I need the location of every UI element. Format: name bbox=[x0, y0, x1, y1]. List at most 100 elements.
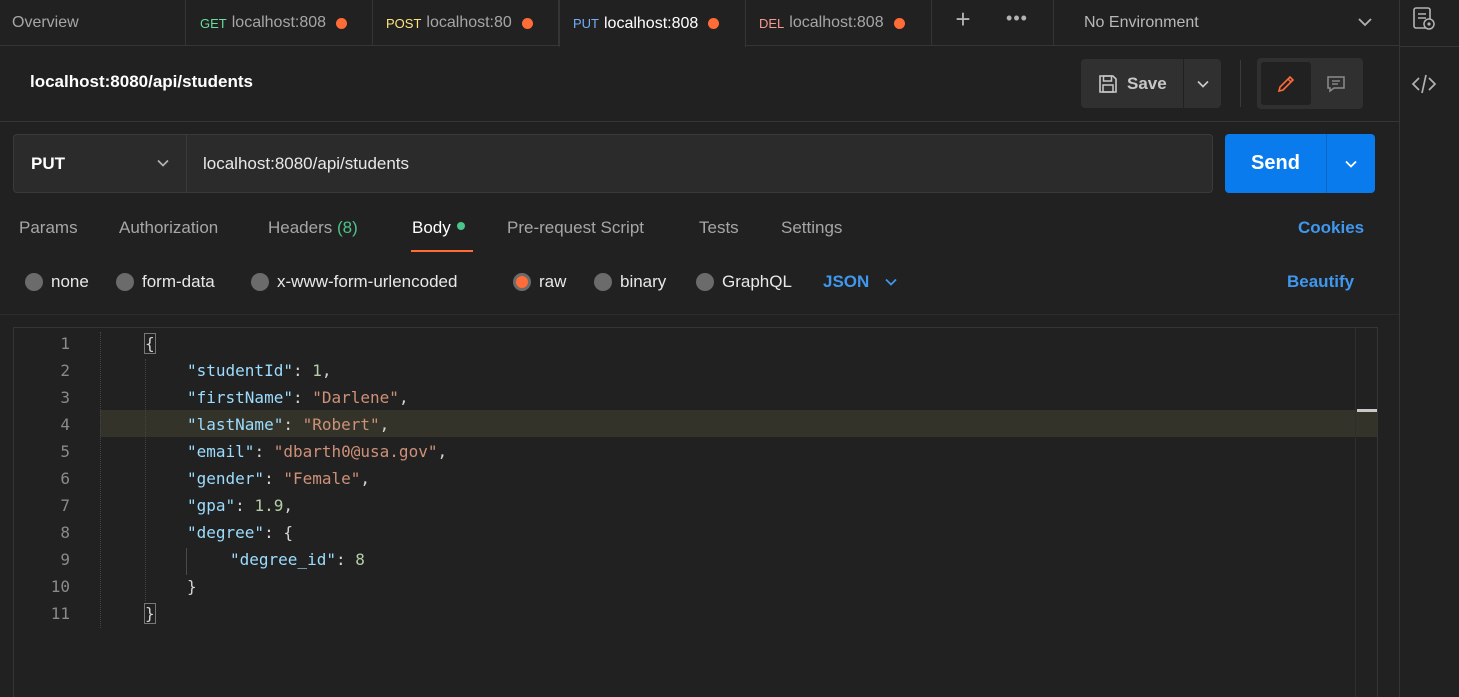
radio-circle bbox=[116, 273, 134, 291]
json-value: "Darlene" bbox=[312, 388, 399, 407]
comments-button[interactable] bbox=[1313, 62, 1359, 105]
line-number: 6 bbox=[60, 469, 70, 488]
new-tab-plus-icon[interactable]: + bbox=[948, 4, 978, 34]
editor-mode-toggle bbox=[1257, 58, 1363, 109]
edit-mode-button[interactable] bbox=[1261, 62, 1311, 105]
unsaved-dot-icon bbox=[893, 17, 905, 29]
radio-label: form-data bbox=[142, 272, 215, 291]
scroll-position-marker[interactable] bbox=[1357, 409, 1377, 412]
code-line: "gender": "Female", bbox=[187, 469, 371, 488]
body-indicator-dot-icon bbox=[456, 222, 465, 230]
indent-guide bbox=[100, 332, 101, 628]
header-divider bbox=[0, 121, 1399, 122]
tab-tests-label: Tests bbox=[699, 218, 739, 237]
line-number: 7 bbox=[60, 496, 70, 515]
radio-none[interactable]: none bbox=[25, 272, 89, 292]
code-line: "email": "dbarth0@usa.gov", bbox=[187, 442, 448, 461]
json-value: 1.9 bbox=[254, 496, 284, 515]
indent-guide bbox=[186, 548, 187, 575]
toolbar-divider bbox=[1240, 60, 1241, 107]
radio-label: binary bbox=[620, 272, 667, 291]
save-label: Save bbox=[1127, 73, 1167, 93]
chevron-down-icon bbox=[1358, 18, 1372, 27]
json-value: "Robert" bbox=[302, 415, 380, 434]
json-brace: { bbox=[144, 333, 156, 354]
sidebar-divider bbox=[1400, 46, 1459, 47]
send-button[interactable]: Send bbox=[1225, 134, 1326, 193]
tab-request-put[interactable]: PUT localhost:808 bbox=[559, 0, 746, 47]
radio-circle bbox=[696, 273, 714, 291]
body-format-select[interactable]: JSON bbox=[823, 272, 899, 292]
more-tabs-icon[interactable]: ••• bbox=[1002, 6, 1032, 30]
radio-circle bbox=[25, 273, 43, 291]
line-number: 4 bbox=[60, 415, 70, 434]
tab-body[interactable]: Body bbox=[412, 218, 465, 238]
tab-method-badge: PUT bbox=[573, 16, 599, 31]
tab-method-badge: GET bbox=[200, 15, 227, 31]
tab-overview[interactable]: Overview bbox=[0, 0, 186, 46]
json-key: "gpa" bbox=[187, 496, 236, 515]
tab-prerequest-label: Pre-request Script bbox=[507, 218, 644, 237]
json-value: 1 bbox=[312, 361, 322, 380]
tab-request-post[interactable]: POST localhost:80 bbox=[373, 0, 559, 46]
tab-prerequest-script[interactable]: Pre-request Script bbox=[507, 218, 644, 238]
save-options-button[interactable] bbox=[1184, 59, 1221, 108]
body-options-divider bbox=[0, 314, 1399, 315]
save-button[interactable]: Save bbox=[1081, 59, 1183, 108]
line-number: 11 bbox=[50, 604, 70, 623]
radio-circle bbox=[594, 273, 612, 291]
json-brace: } bbox=[144, 603, 156, 624]
json-key: "degree_id" bbox=[230, 550, 336, 569]
tab-request-get[interactable]: GET localhost:808 bbox=[187, 0, 373, 46]
code-line: "gpa": 1.9, bbox=[187, 496, 293, 515]
body-format-label: JSON bbox=[823, 272, 870, 291]
chevron-down-icon bbox=[1196, 80, 1209, 88]
radio-circle-selected bbox=[513, 273, 531, 291]
tab-settings-label: Settings bbox=[781, 218, 843, 237]
radio-binary[interactable]: binary bbox=[594, 272, 666, 292]
right-sidebar bbox=[1399, 0, 1459, 697]
tab-body-label: Body bbox=[412, 218, 451, 237]
url-input[interactable] bbox=[186, 134, 1213, 193]
tab-overview-label: Overview bbox=[12, 14, 79, 31]
line-number: 1 bbox=[60, 334, 70, 353]
json-key: "studentId" bbox=[187, 361, 293, 380]
chevron-down-icon bbox=[1345, 160, 1357, 168]
json-brace: } bbox=[187, 577, 197, 596]
tab-params[interactable]: Params bbox=[19, 218, 78, 238]
code-line: "degree_id": 8 bbox=[230, 550, 365, 569]
tab-headers[interactable]: Headers (8) bbox=[268, 218, 358, 238]
code-line: } bbox=[187, 577, 197, 596]
headers-count-badge: (8) bbox=[337, 218, 358, 237]
tab-label: localhost:80 bbox=[426, 14, 512, 31]
tab-tests[interactable]: Tests bbox=[699, 218, 739, 238]
radio-graphql[interactable]: GraphQL bbox=[696, 272, 792, 292]
environment-selector[interactable]: No Environment bbox=[1053, 0, 1399, 46]
json-key: "firstName" bbox=[187, 388, 293, 407]
tab-request-delete[interactable]: DEL localhost:808 bbox=[746, 0, 932, 46]
request-title[interactable]: localhost:8080/api/students bbox=[30, 72, 253, 92]
method-label: PUT bbox=[31, 153, 65, 173]
code-snippet-icon[interactable] bbox=[1410, 70, 1438, 98]
code-editor[interactable]: 1 2 3 4 5 6 7 8 9 10 11 { "studentId": 1… bbox=[13, 327, 1378, 697]
radio-form-data[interactable]: form-data bbox=[116, 272, 215, 292]
tab-settings[interactable]: Settings bbox=[781, 218, 842, 238]
json-key: "email" bbox=[187, 442, 255, 461]
method-select[interactable]: PUT bbox=[13, 134, 186, 193]
tab-method-badge: DEL bbox=[759, 15, 785, 31]
tab-bar: Overview GET localhost:808 POST localhos… bbox=[0, 0, 1399, 47]
beautify-link[interactable]: Beautify bbox=[1287, 272, 1354, 292]
json-key: "gender" bbox=[187, 469, 265, 488]
radio-label: none bbox=[51, 272, 89, 291]
environment-quick-look-icon[interactable] bbox=[1411, 4, 1437, 32]
json-value: "Female" bbox=[283, 469, 361, 488]
tab-params-label: Params bbox=[19, 218, 78, 237]
cookies-link[interactable]: Cookies bbox=[1298, 218, 1364, 238]
unsaved-dot-icon bbox=[336, 17, 348, 29]
tab-authorization[interactable]: Authorization bbox=[119, 218, 218, 238]
radio-raw[interactable]: raw bbox=[513, 272, 566, 292]
json-key: "degree" bbox=[187, 523, 265, 542]
radio-urlencoded[interactable]: x-www-form-urlencoded bbox=[251, 272, 457, 292]
active-tab-underline bbox=[411, 250, 473, 252]
send-options-button[interactable] bbox=[1326, 134, 1375, 193]
